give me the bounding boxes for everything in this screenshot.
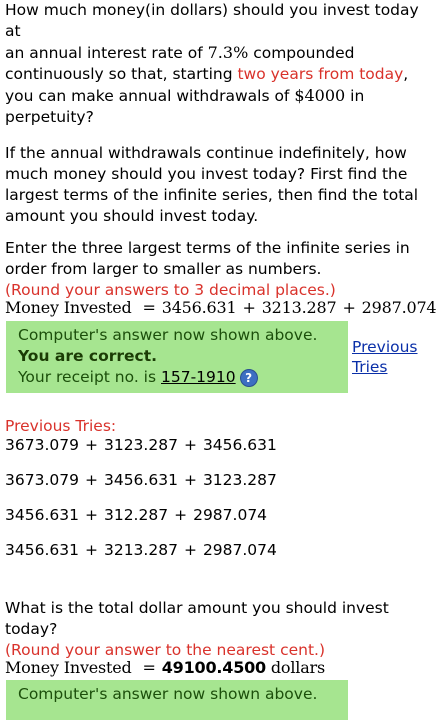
question-text: How much money(in dollars) should you in… <box>5 0 435 128</box>
entry-line-1: Enter the three largest terms of the inf… <box>5 239 410 257</box>
previous-try-1: 3673.079 +3123.287 +3456.631 <box>5 435 277 456</box>
answer-label: Money Invested <box>5 298 132 317</box>
previous-try-3: 3456.631 +312.287 +2987.074 <box>5 505 267 526</box>
computer-answer-text: Computer's answer now shown above. <box>18 685 318 703</box>
term-1: 3456.631 <box>161 298 237 317</box>
question-line-3: continuously so that, starting two years… <box>5 65 409 83</box>
unit-label: dollars <box>270 658 325 677</box>
plus-sign: + <box>183 541 197 559</box>
plus-sign: + <box>242 298 256 317</box>
part1-line-3: largest terms of the infinite series, th… <box>5 186 419 204</box>
part1-line-4: amount you should invest today. <box>5 207 259 225</box>
try-value: 3456.631 <box>103 471 178 489</box>
term-2: 3213.287 <box>261 298 337 317</box>
withdrawal-amount: $4000 <box>294 86 346 105</box>
part2-answer-line: Money Invested = 49100.4500 dollars <box>5 657 435 678</box>
try-value: 3456.631 <box>202 436 277 454</box>
part1-line-1: If the annual withdrawals continue indef… <box>5 144 407 162</box>
previous-tries-heading: Previous Tries: <box>5 417 117 435</box>
receipt-label: Your receipt no. is <box>18 368 161 386</box>
try-value: 3456.631 <box>5 541 79 559</box>
try-value: 3673.079 <box>5 436 79 454</box>
part2-line-2: today? <box>5 620 58 638</box>
feedback-box-2: Computer's answer now shown above. <box>6 680 348 720</box>
plus-sign: + <box>84 506 98 524</box>
page: How much money(in dollars) should you in… <box>0 0 440 720</box>
try-value: 2987.074 <box>193 506 268 524</box>
plus-sign: + <box>84 436 98 454</box>
previous-try-4: 3456.631 +3213.287 +2987.074 <box>5 540 277 561</box>
plus-sign: + <box>183 436 197 454</box>
question-line-2: an annual interest rate of 7.3% compound… <box>5 43 355 62</box>
part1-entry-instructions: Enter the three largest terms of the inf… <box>5 238 435 301</box>
term-3: 2987.074 <box>361 298 437 317</box>
plus-sign: + <box>84 541 98 559</box>
feedback-box: Computer's answer now shown above. You a… <box>6 321 348 393</box>
start-time-highlight: two years from today <box>237 65 404 83</box>
part2-question: What is the total dollar amount you shou… <box>5 598 435 661</box>
try-value: 3123.287 <box>202 471 277 489</box>
correct-text: You are correct. <box>18 347 158 365</box>
equals-sign: = <box>142 298 156 317</box>
try-value: 3123.287 <box>103 436 178 454</box>
entry-line-2: order from larger to smaller as numbers. <box>5 260 322 278</box>
computer-answer-text: Computer's answer now shown above. <box>18 326 318 344</box>
question-line-1: How much money(in dollars) should you in… <box>5 1 419 40</box>
try-value: 3456.631 <box>5 506 79 524</box>
plus-sign: + <box>174 506 188 524</box>
total-value: 49100.4500 <box>161 658 266 677</box>
previous-try-2: 3673.079 +3456.631 +3123.287 <box>5 470 277 491</box>
previous-tries-link[interactable]: Previous Tries <box>352 337 418 377</box>
question-line-4: you can make annual withdrawals of $4000… <box>5 86 365 105</box>
part1-answer-line: Money Invested = 3456.631 +3213.287 +2987.0… <box>5 297 437 318</box>
try-value: 3213.287 <box>103 541 178 559</box>
previous-tries-link-line-2: Tries <box>352 358 388 376</box>
try-value: 312.287 <box>103 506 169 524</box>
plus-sign: + <box>342 298 356 317</box>
receipt-link[interactable]: 157-1910 <box>161 368 236 386</box>
help-icon[interactable]: ? <box>239 368 258 387</box>
equals-sign: = <box>142 658 156 677</box>
answer-label: Money Invested <box>5 658 132 677</box>
previous-tries-link-line-1: Previous <box>352 338 418 356</box>
plus-sign: + <box>84 471 98 489</box>
part1-instructions: If the annual withdrawals continue indef… <box>5 143 435 227</box>
plus-sign: + <box>183 471 197 489</box>
part2-line-1: What is the total dollar amount you shou… <box>5 599 389 617</box>
try-value: 3673.079 <box>5 471 79 489</box>
question-line-5: perpetuity? <box>5 108 94 126</box>
receipt-line: Your receipt no. is 157-1910? <box>18 367 336 388</box>
try-value: 2987.074 <box>202 541 277 559</box>
interest-rate: 7.3% <box>207 43 249 62</box>
part1-line-2: much money should you invest today? Firs… <box>5 165 408 183</box>
